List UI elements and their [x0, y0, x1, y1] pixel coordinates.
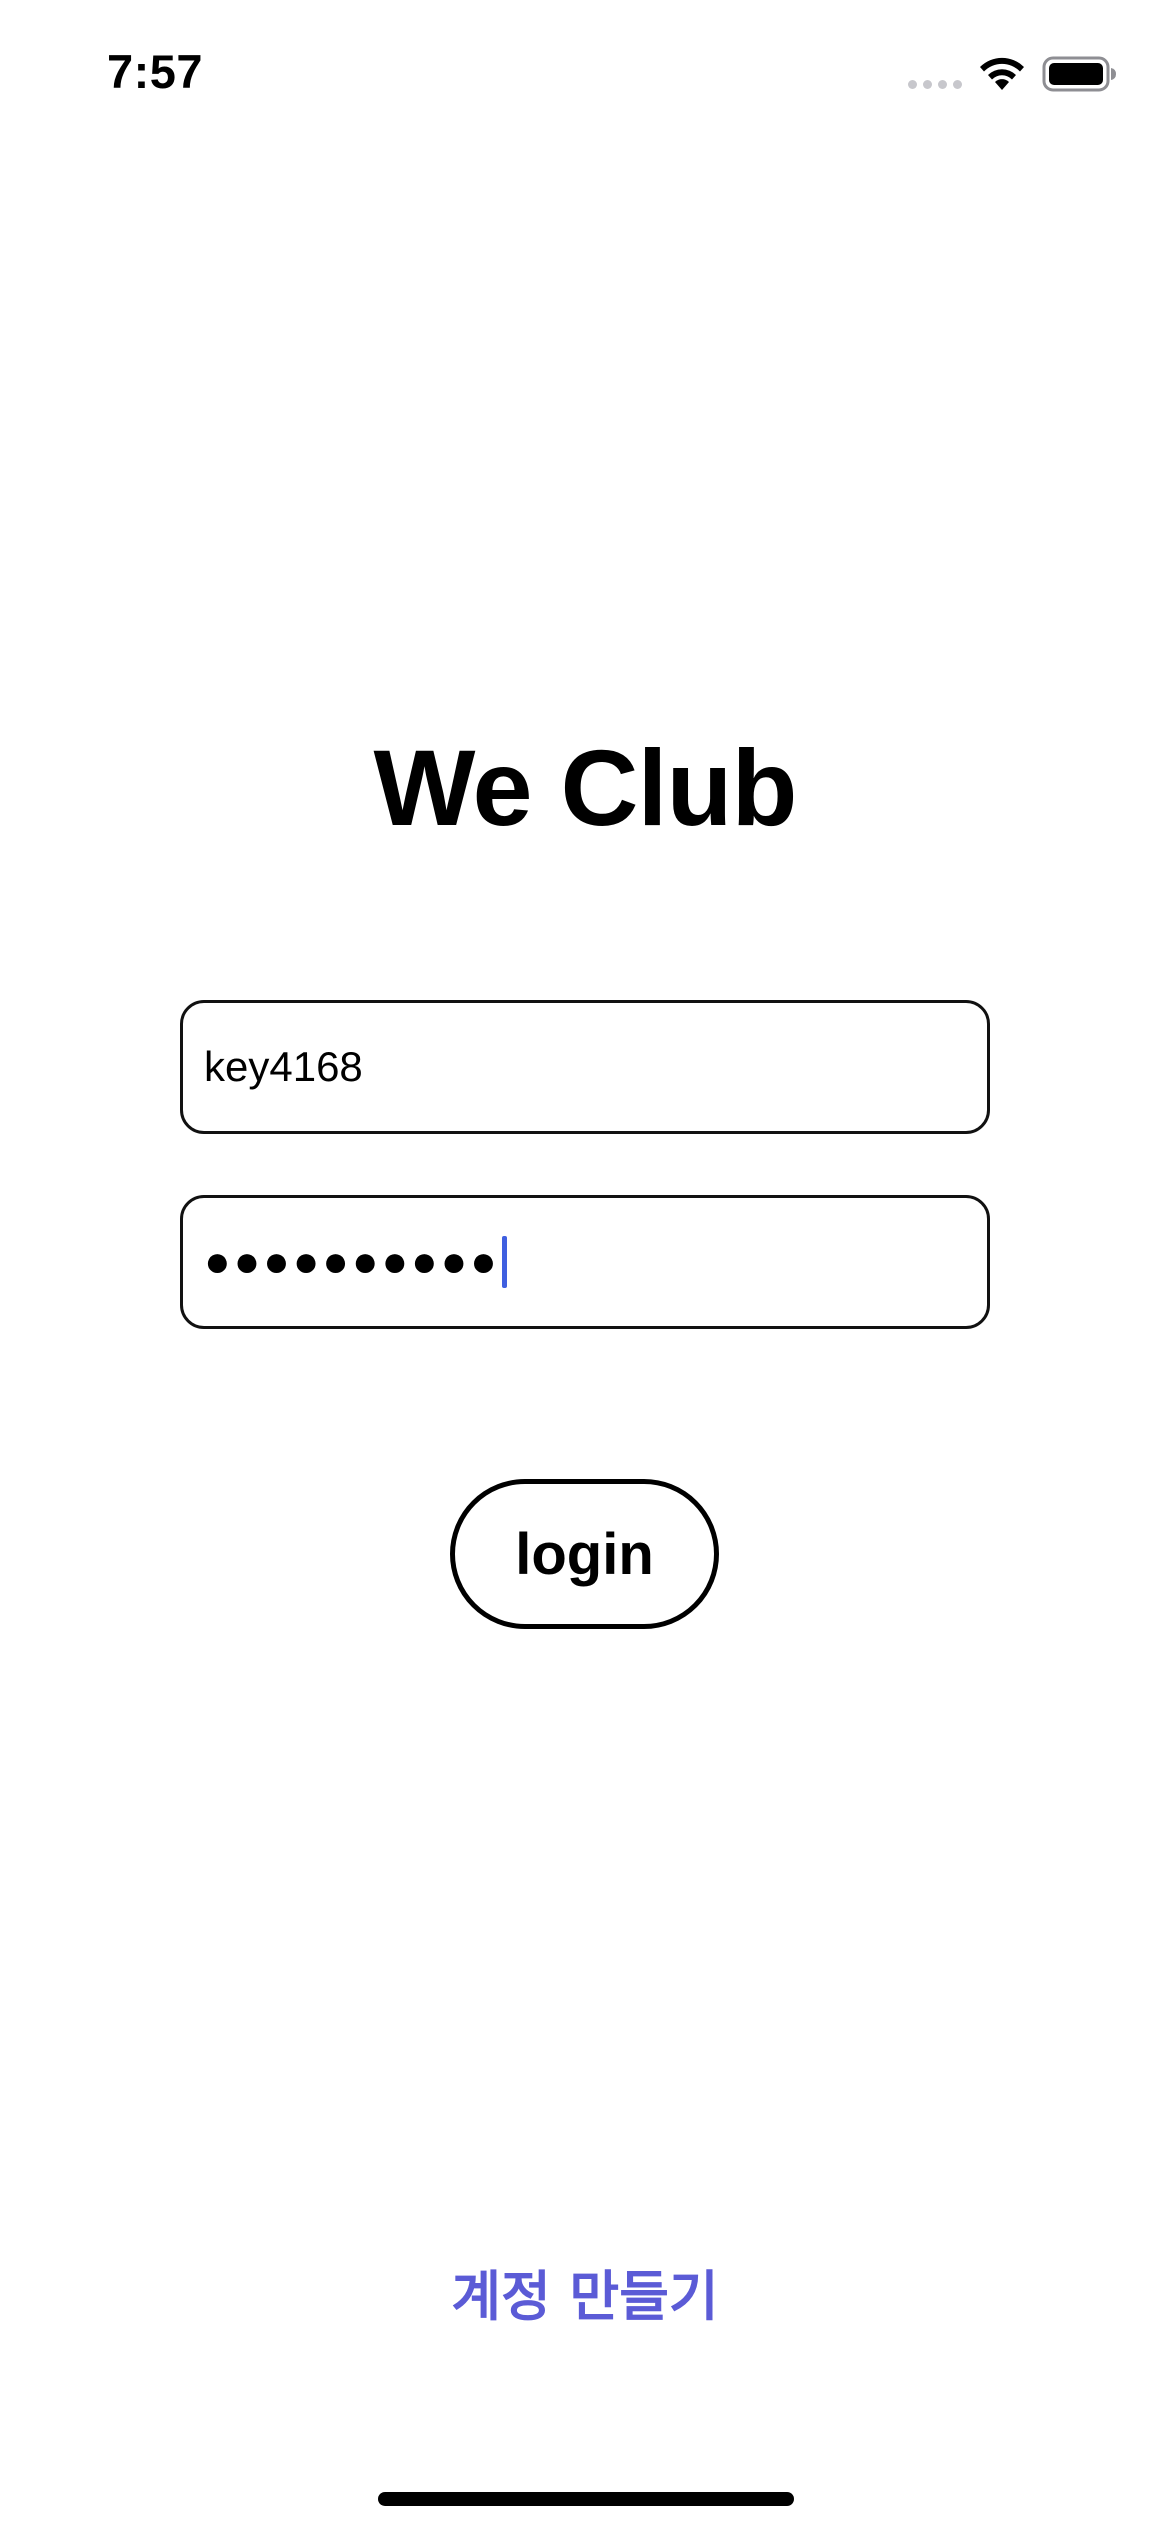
password-field[interactable]: ●●●●●●●●●● [180, 1195, 990, 1329]
app-title: We Club [373, 727, 798, 848]
wifi-icon [980, 57, 1024, 90]
cellular-signal-dots-icon [908, 80, 962, 89]
create-account-link[interactable]: 계정 만들기 [0, 2252, 1170, 2331]
username-field[interactable]: key4168 [180, 1000, 990, 1134]
password-masked-value: ●●●●●●●●●● [204, 1237, 500, 1286]
text-cursor [501, 1236, 507, 1288]
status-bar: 7:57 [0, 0, 1170, 150]
home-indicator[interactable] [378, 2492, 794, 2506]
status-time: 7:57 [107, 45, 204, 98]
username-value: key4168 [204, 1043, 363, 1090]
login-button[interactable]: login [450, 1479, 719, 1629]
battery-icon [1042, 56, 1116, 92]
